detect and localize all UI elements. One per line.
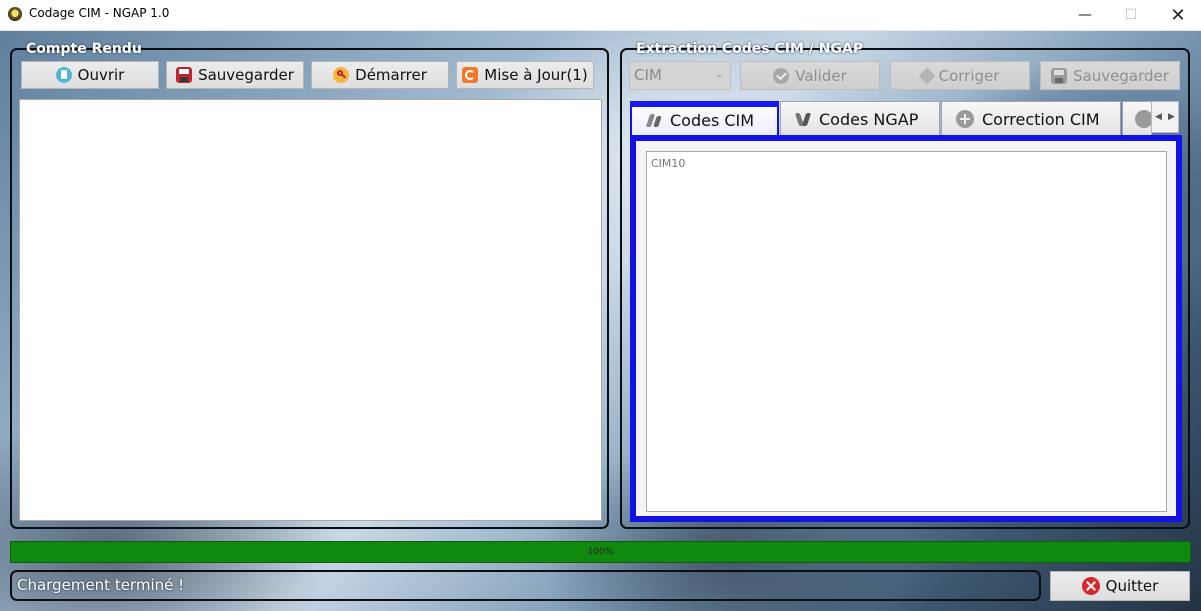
demarrer-button[interactable]: Démarrer (311, 61, 449, 89)
tab-codes-ngap[interactable]: Codes NGAP (780, 101, 940, 136)
extraction-codes-label: Extraction Codes CIM / NGAP (636, 41, 864, 57)
sauvegarder-left-label: Sauvegarder (198, 66, 294, 84)
tab-correction-cim[interactable]: Correction CIM (941, 101, 1121, 136)
code-type-value: CIM (634, 66, 662, 84)
progress-text: 100% (587, 547, 614, 557)
status-bar: Chargement terminé ! (10, 570, 1041, 601)
check-icon (773, 67, 790, 84)
tab-correction-cim-label: Correction CIM (982, 109, 1100, 129)
mise-a-jour-button[interactable]: Mise à Jour(1) (456, 61, 594, 89)
main-window-client: Compte Rendu Ouvrir Sauvegarder Démarrer… (0, 31, 1201, 611)
minimize-button[interactable]: — (1062, 0, 1108, 30)
key-icon (333, 67, 350, 83)
codes-cim-tab-panel: CIM10 (630, 135, 1182, 522)
sauvegarder-right-label: Sauvegarder (1073, 66, 1169, 85)
cim10-label: CIM10 (651, 157, 686, 170)
title-bar: Codage CIM - NGAP 1.0 — ☐ ✕ (0, 0, 1201, 31)
tab-scroll-right-icon[interactable]: ▶ (1168, 112, 1175, 122)
valider-button[interactable]: Valider (740, 61, 880, 90)
refresh-icon (462, 67, 479, 83)
plus-circle-icon (1135, 110, 1151, 128)
feather-icon (794, 111, 812, 127)
app-icon (8, 7, 22, 21)
tab-codes-cim-label: Codes CIM (670, 110, 755, 130)
floppy-disk-icon (1051, 67, 1068, 84)
sauvegarder-left-button[interactable]: Sauvegarder (166, 61, 304, 89)
corriger-label: Corriger (938, 66, 1000, 85)
code-type-select[interactable]: CIM ⌄ (629, 61, 731, 90)
feather-icon (645, 112, 662, 128)
tab-overflow-partial[interactable] (1122, 101, 1152, 136)
ouvrir-label: Ouvrir (77, 66, 125, 84)
mise-a-jour-label: Mise à Jour(1) (484, 66, 588, 84)
tab-codes-cim[interactable]: Codes CIM (630, 101, 779, 137)
tab-scroll-buttons[interactable]: ◀ ▶ (1151, 101, 1179, 133)
corriger-button[interactable]: Corriger (890, 61, 1030, 90)
floppy-disk-icon (176, 67, 193, 83)
demarrer-label: Démarrer (355, 66, 427, 84)
compte-rendu-textarea[interactable] (19, 99, 602, 521)
close-window-button[interactable]: ✕ (1155, 0, 1201, 30)
progress-bar: 100% (10, 541, 1191, 563)
plus-circle-icon (956, 110, 974, 128)
ouvrir-button[interactable]: Ouvrir (21, 61, 159, 89)
maximize-button[interactable]: ☐ (1108, 0, 1154, 30)
chevron-down-icon: ⌄ (714, 67, 724, 80)
close-circle-icon (1081, 577, 1100, 595)
cim10-box[interactable]: CIM10 (646, 151, 1167, 512)
diamond-icon (918, 67, 936, 84)
sauvegarder-right-button[interactable]: Sauvegarder (1040, 61, 1180, 90)
compte-rendu-label: Compte Rendu (26, 41, 142, 57)
quitter-label: Quitter (1105, 577, 1159, 595)
window-title: Codage CIM - NGAP 1.0 (29, 6, 170, 20)
tab-codes-ngap-label: Codes NGAP (819, 109, 919, 129)
open-file-icon (55, 67, 72, 83)
tab-scroll-left-icon[interactable]: ◀ (1155, 112, 1162, 122)
status-text: Chargement terminé ! (17, 576, 185, 594)
quitter-button[interactable]: Quitter (1050, 571, 1190, 601)
valider-label: Valider (795, 66, 847, 85)
